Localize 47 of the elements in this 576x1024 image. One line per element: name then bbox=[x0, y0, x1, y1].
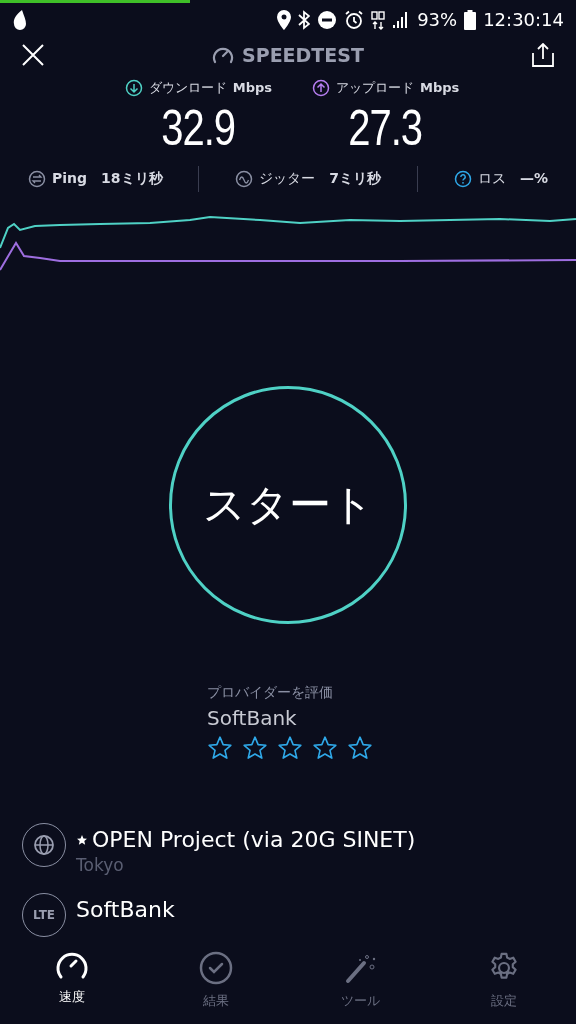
result-label: アップロード bbox=[336, 79, 414, 97]
mobile-data-icon bbox=[371, 9, 386, 30]
star-icon[interactable] bbox=[207, 734, 233, 761]
metric-value: —% bbox=[519, 169, 548, 188]
gauge-icon bbox=[55, 950, 89, 981]
share-button[interactable] bbox=[530, 42, 556, 68]
check-circle-icon bbox=[199, 950, 233, 985]
help-icon[interactable] bbox=[453, 169, 472, 188]
metric-label: ジッター bbox=[259, 169, 316, 188]
result-label: ダウンロード bbox=[148, 79, 227, 97]
metric-label: Ping bbox=[52, 169, 88, 188]
nav-tab[interactable]: 設定 bbox=[432, 944, 576, 1016]
do-not-disturb-icon bbox=[317, 9, 338, 30]
unit-label: Mbps bbox=[420, 79, 460, 97]
unit-label: Mbps bbox=[232, 79, 272, 97]
connection-name: SoftBank bbox=[76, 895, 175, 924]
nav-tab[interactable]: 速度 bbox=[0, 944, 144, 1016]
start-button[interactable]: スタート bbox=[169, 385, 407, 624]
alarm-icon bbox=[344, 9, 365, 30]
star-icon[interactable] bbox=[242, 734, 268, 761]
metric-value: 7ミリ秒 bbox=[329, 169, 382, 188]
rating-prompt: プロバイダーを評価 bbox=[207, 682, 334, 702]
battery-icon bbox=[464, 9, 477, 30]
share-icon bbox=[532, 43, 554, 67]
connection-name: OPEN Project (via 20G SINET) bbox=[92, 825, 416, 854]
drop-icon bbox=[12, 8, 28, 31]
metric-value: 18ミリ秒 bbox=[101, 169, 163, 188]
wave-icon bbox=[235, 169, 254, 188]
gauge-icon bbox=[212, 45, 235, 65]
ping-icon bbox=[28, 169, 46, 188]
provider-name: SoftBank bbox=[207, 704, 298, 732]
server-location: Tokyo bbox=[76, 854, 125, 875]
star-icon[interactable] bbox=[312, 734, 338, 761]
battery-percent: 93% bbox=[417, 8, 458, 32]
clock: 12:30:14 bbox=[483, 8, 564, 32]
nav-tab[interactable]: ツール bbox=[288, 944, 432, 1016]
close-icon bbox=[21, 43, 45, 67]
speed-value: 27.3 bbox=[348, 98, 423, 158]
nav-tab[interactable]: 結果 bbox=[144, 944, 288, 1016]
star-icon[interactable] bbox=[347, 734, 373, 761]
bluetooth-icon bbox=[298, 9, 311, 30]
location-icon bbox=[277, 9, 292, 30]
speed-value: 32.9 bbox=[161, 98, 236, 158]
star-icon[interactable] bbox=[277, 734, 303, 761]
metric-label: ロス bbox=[477, 169, 506, 188]
close-button[interactable] bbox=[20, 42, 46, 68]
app-title: SPEEDTEST bbox=[242, 42, 364, 68]
